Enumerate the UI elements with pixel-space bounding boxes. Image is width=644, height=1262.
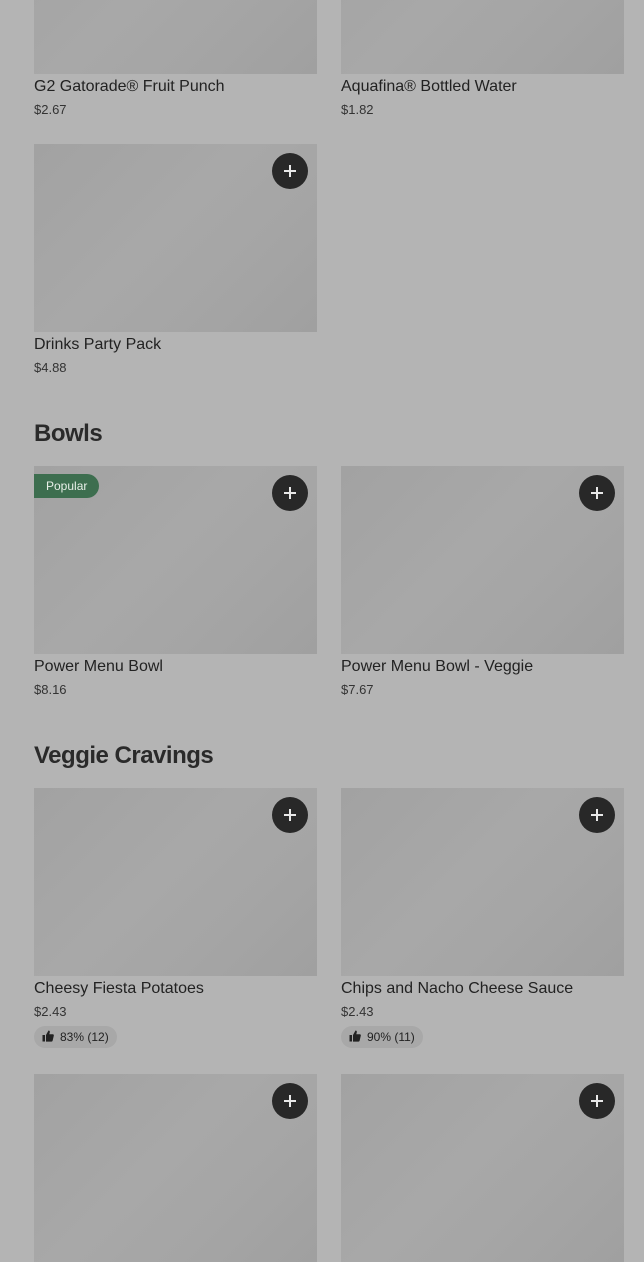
menu-item-card[interactable]: Aquafina® Bottled Water $1.82 bbox=[341, 0, 624, 118]
menu-item-card[interactable]: Cheesy Fiesta Potatoes $2.43 83% (12) bbox=[34, 788, 317, 1048]
rating-chip[interactable]: 83% (12) bbox=[34, 1026, 117, 1048]
menu-item-name: G2 Gatorade® Fruit Punch bbox=[34, 78, 225, 95]
menu-item-card[interactable]: Power Menu Bowl - Veggie $7.67 bbox=[341, 466, 624, 698]
menu-item-price: $8.16 bbox=[34, 682, 67, 697]
menu-item-image[interactable] bbox=[341, 466, 624, 654]
menu-item-name: Aquafina® Bottled Water bbox=[341, 78, 517, 95]
popular-badge: Popular bbox=[34, 474, 100, 498]
section-title-bowls: Bowls bbox=[34, 420, 103, 447]
menu-item-image[interactable] bbox=[341, 0, 624, 74]
menu-item-image[interactable] bbox=[341, 788, 624, 976]
add-to-cart-button[interactable] bbox=[579, 475, 615, 511]
menu-item-image[interactable] bbox=[341, 1074, 624, 1262]
menu-item-price: $2.67 bbox=[34, 102, 67, 117]
add-to-cart-button[interactable] bbox=[579, 797, 615, 833]
menu-item-name: Power Menu Bowl bbox=[34, 658, 163, 675]
menu-item-price: $2.43 bbox=[34, 1004, 67, 1019]
menu-item-card[interactable]: Popular Power Menu Bowl $8.16 bbox=[34, 466, 317, 698]
menu-item-image[interactable] bbox=[34, 0, 317, 74]
rating-text: 83% (12) bbox=[60, 1030, 109, 1044]
menu-item-image[interactable] bbox=[34, 788, 317, 976]
menu-item-image[interactable]: Popular bbox=[34, 466, 317, 654]
menu-item-name: Cheesy Fiesta Potatoes bbox=[34, 980, 204, 997]
menu-item-image[interactable] bbox=[34, 144, 317, 332]
thumbs-up-icon bbox=[42, 1030, 54, 1042]
rating-chip[interactable]: 90% (11) bbox=[341, 1026, 423, 1048]
menu-item-name: Chips and Nacho Cheese Sauce bbox=[341, 980, 574, 997]
menu-item-name: Drinks Party Pack bbox=[34, 336, 162, 353]
add-to-cart-button[interactable] bbox=[272, 1083, 308, 1119]
add-to-cart-button[interactable] bbox=[272, 153, 308, 189]
menu-item-card[interactable] bbox=[34, 1074, 317, 1262]
menu-item-price: $7.67 bbox=[341, 682, 374, 697]
menu-item-price: $1.82 bbox=[341, 102, 374, 117]
menu-item-card[interactable]: Drinks Party Pack $4.88 bbox=[34, 144, 317, 376]
add-to-cart-button[interactable] bbox=[272, 475, 308, 511]
rating-text: 90% (11) bbox=[367, 1030, 415, 1044]
menu-item-price: $2.43 bbox=[341, 1004, 374, 1019]
menu-item-card[interactable] bbox=[341, 1074, 624, 1262]
section-title-veggie-cravings: Veggie Cravings bbox=[34, 742, 214, 769]
menu-item-name: Power Menu Bowl - Veggie bbox=[341, 658, 534, 675]
menu-item-image[interactable] bbox=[34, 1074, 317, 1262]
add-to-cart-button[interactable] bbox=[272, 797, 308, 833]
menu-page: G2 Gatorade® Fruit Punch $2.67 Aquafina®… bbox=[0, 0, 644, 1262]
menu-item-card[interactable]: G2 Gatorade® Fruit Punch $2.67 bbox=[34, 0, 317, 118]
thumbs-up-icon bbox=[349, 1030, 361, 1042]
add-to-cart-button[interactable] bbox=[579, 1083, 615, 1119]
menu-item-card[interactable]: Chips and Nacho Cheese Sauce $2.43 90% (… bbox=[341, 788, 624, 1048]
menu-item-price: $4.88 bbox=[34, 360, 67, 375]
